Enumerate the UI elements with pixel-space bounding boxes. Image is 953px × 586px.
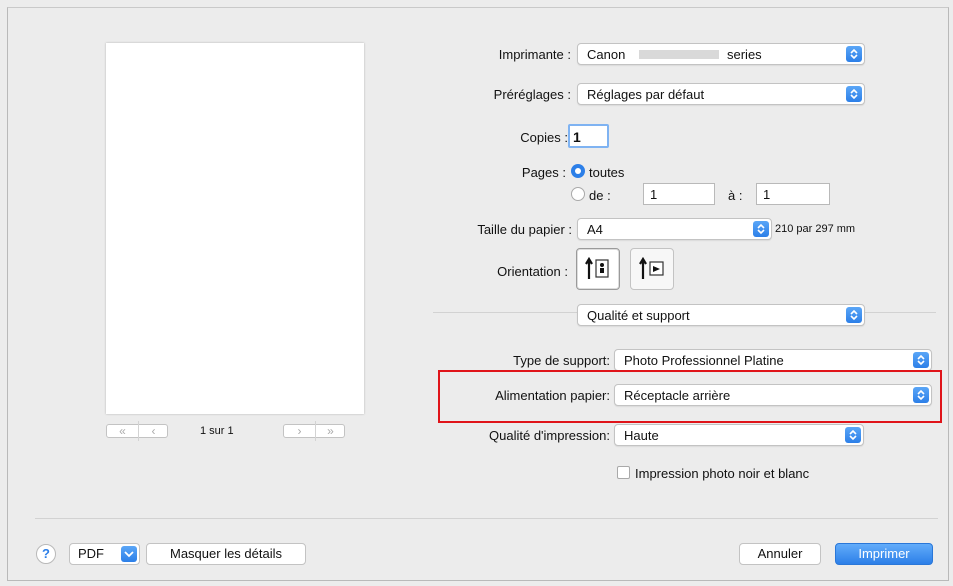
orientation-portrait-button[interactable] <box>576 248 620 290</box>
paper-size-select[interactable]: A4 <box>577 218 772 240</box>
bw-photo-checkbox[interactable] <box>617 466 630 479</box>
orientation-landscape-button[interactable] <box>630 248 674 290</box>
pages-from-input[interactable]: 1 <box>643 183 715 205</box>
prev-page-button[interactable]: ‹ <box>138 421 169 441</box>
hide-details-button[interactable]: Masquer les détails <box>146 543 306 565</box>
page-preview <box>106 43 364 414</box>
paper-size-value: A4 <box>587 222 603 237</box>
preview-first-prev-group: « ‹ <box>106 421 169 441</box>
presets-label: Préréglages : <box>493 87 571 102</box>
bw-photo-label: Impression photo noir et blanc <box>635 466 810 481</box>
pdf-menu-button[interactable]: PDF <box>69 543 140 565</box>
presets-select[interactable]: Réglages par défaut <box>577 83 865 105</box>
print-button[interactable]: Imprimer <box>835 543 933 565</box>
help-icon: ? <box>42 546 50 561</box>
pdf-label: PDF <box>78 546 104 561</box>
chevron-updown-icon <box>846 86 862 102</box>
preview-next-last-group: › » <box>283 421 346 441</box>
chevron-updown-icon <box>913 352 929 368</box>
first-page-button[interactable]: « <box>107 421 139 441</box>
paper-source-value: Réceptacle arrière <box>624 388 731 403</box>
chevron-updown-icon <box>846 46 862 62</box>
print-quality-value: Haute <box>624 428 659 443</box>
print-quality-select[interactable]: Haute <box>614 424 864 446</box>
chevron-updown-icon <box>753 221 769 237</box>
paper-source-label: Alimentation papier: <box>495 388 610 403</box>
cancel-button[interactable]: Annuler <box>739 543 821 565</box>
portrait-orientation-icon <box>585 257 609 279</box>
pages-all-label: toutes <box>589 165 625 180</box>
pages-from-value: 1 <box>650 187 658 202</box>
radio-dot-icon <box>575 168 581 174</box>
chevron-down-icon <box>121 546 137 562</box>
printer-label: Imprimante : <box>498 47 571 62</box>
chevron-updown-icon <box>845 427 861 443</box>
chevron-updown-icon <box>846 307 862 323</box>
print-quality-label: Qualité d'impression: <box>489 428 610 443</box>
pages-all-radio[interactable] <box>571 164 585 178</box>
landscape-orientation-icon <box>639 257 664 279</box>
page-indicator: 1 sur 1 <box>200 425 234 437</box>
copies-value: 1 <box>573 129 581 145</box>
pages-label: Pages : <box>521 165 566 180</box>
chevron-updown-icon <box>913 387 929 403</box>
printer-select[interactable]: Canon series <box>577 43 865 65</box>
printer-model-redacted <box>639 50 719 59</box>
pages-range-radio[interactable] <box>571 187 585 201</box>
paper-source-select[interactable]: Réceptacle arrière <box>614 384 932 406</box>
media-type-label: Type de support: <box>513 353 610 368</box>
media-type-select[interactable]: Photo Professionnel Platine <box>614 349 932 371</box>
pages-to-value: 1 <box>763 187 771 202</box>
pages-to-input[interactable]: 1 <box>756 183 830 205</box>
orientation-label: Orientation : <box>497 264 568 279</box>
media-type-value: Photo Professionnel Platine <box>624 353 784 368</box>
help-button[interactable]: ? <box>36 544 56 564</box>
paper-dimensions: 210 par 297 mm <box>775 223 856 235</box>
printer-value-suffix: series <box>727 47 762 62</box>
last-page-button[interactable]: » <box>315 421 346 441</box>
copies-label: Copies : <box>520 130 568 145</box>
presets-value: Réglages par défaut <box>587 87 705 102</box>
next-page-button[interactable]: › <box>284 421 316 441</box>
section-select[interactable]: Qualité et support <box>577 304 865 326</box>
pages-from-label: de : <box>589 188 611 203</box>
section-value: Qualité et support <box>587 308 690 323</box>
copies-input[interactable]: 1 <box>568 124 609 148</box>
printer-value: Canon <box>587 47 626 62</box>
pages-to-label: à : <box>728 188 743 203</box>
paper-size-label: Taille du papier : <box>477 222 572 237</box>
footer-divider <box>35 518 938 519</box>
